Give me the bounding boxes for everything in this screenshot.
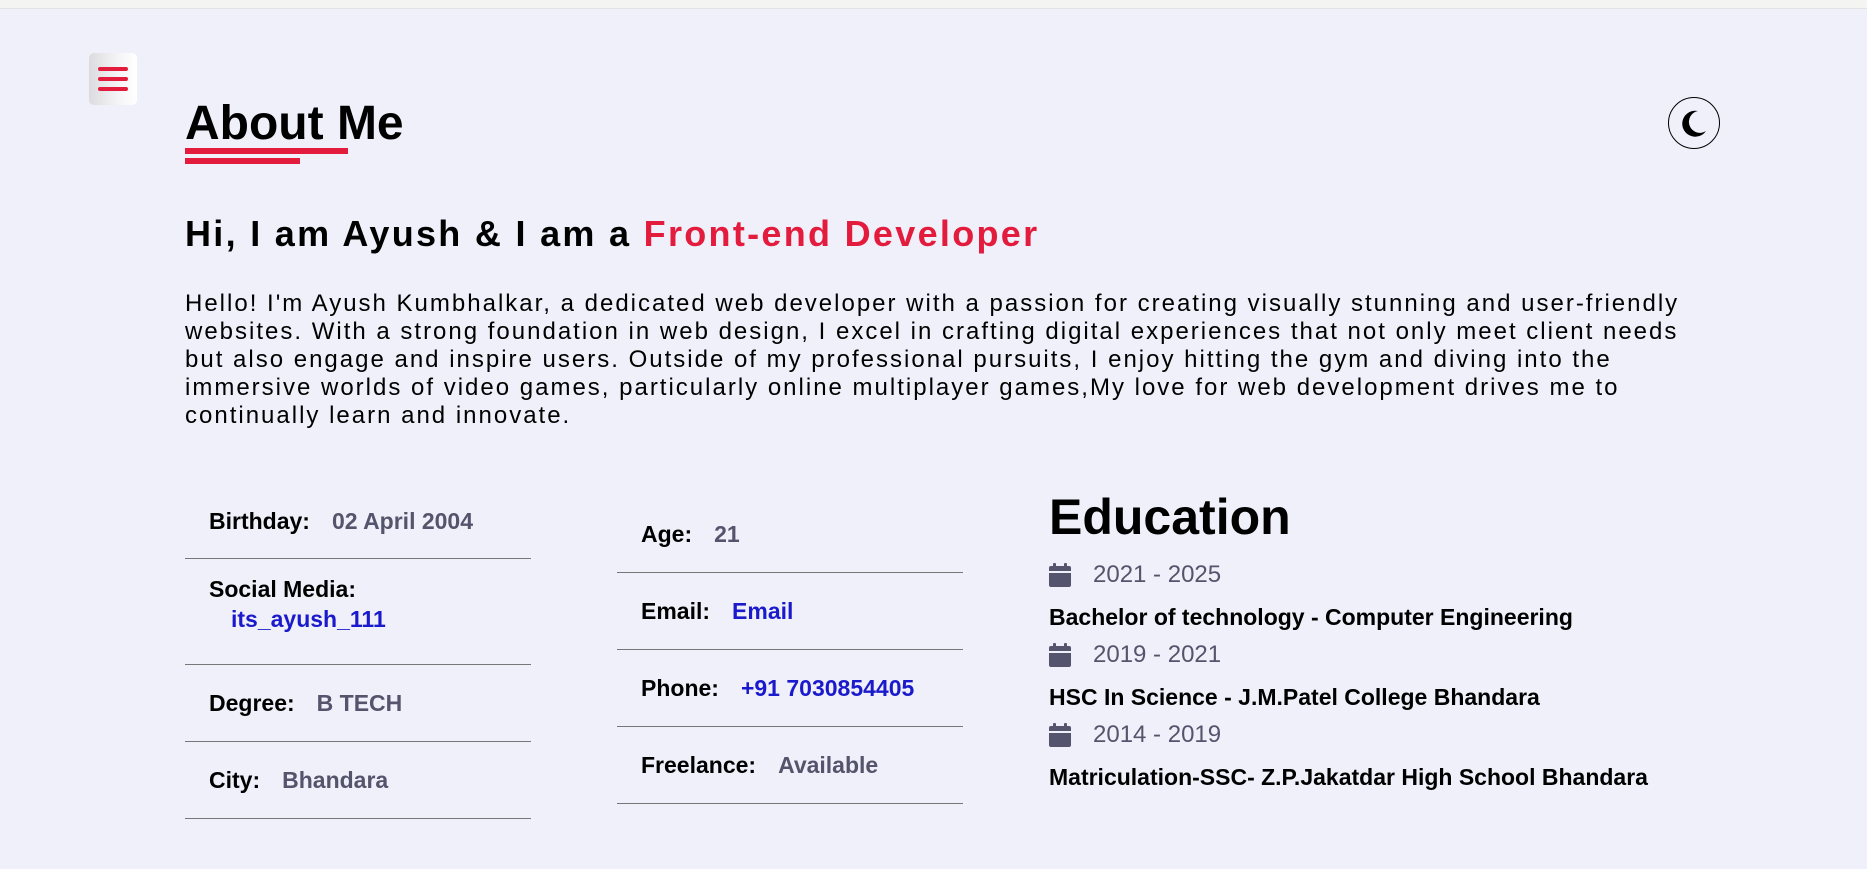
city-value: Bhandara bbox=[282, 766, 389, 793]
education-degree: Bachelor of technology - Computer Engine… bbox=[1049, 604, 1573, 630]
phone-link[interactable]: +91 7030854405 bbox=[741, 675, 914, 702]
education-section: Education 2021 - 2025 Bachelor of techno… bbox=[1049, 484, 1749, 790]
page-title: About Me bbox=[185, 97, 404, 150]
education-degree: HSC In Science - J.M.Patel College Bhand… bbox=[1049, 684, 1540, 710]
education-degree: Matriculation-SSC- Z.P.Jakatdar High Sch… bbox=[1049, 764, 1648, 790]
info-row-social: Social Media: its_ayush_111 bbox=[185, 559, 531, 665]
theme-toggle-button[interactable] bbox=[1668, 97, 1720, 149]
birthday-label: Birthday: bbox=[209, 508, 310, 534]
education-years: 2019 - 2021 bbox=[1093, 641, 1222, 668]
top-strip bbox=[0, 0, 1867, 9]
freelance-label: Freelance: bbox=[641, 751, 757, 778]
moon-icon bbox=[1682, 110, 1706, 137]
education-title: Education bbox=[1049, 489, 1291, 545]
intro-role: Front-end Developer bbox=[643, 213, 1040, 254]
info-row-city: City: Bhandara bbox=[185, 742, 531, 819]
age-value: 21 bbox=[714, 521, 740, 547]
education-date: 2019 - 2021 bbox=[1049, 640, 1749, 670]
info-row-birthday: Birthday: 02 April 2004 bbox=[185, 492, 531, 559]
page-title-block: About Me bbox=[185, 96, 404, 164]
freelance-value: Available bbox=[778, 751, 879, 778]
education-date: 2014 - 2019 bbox=[1049, 720, 1749, 750]
birthday-value: 02 April 2004 bbox=[331, 508, 474, 534]
info-row-phone: Phone: +91 7030854405 bbox=[617, 650, 963, 727]
degree-value: B TECH bbox=[316, 689, 403, 716]
email-link[interactable]: Email bbox=[732, 598, 793, 625]
intro-prefix: Hi, I am Ayush & I am a bbox=[185, 213, 632, 254]
info-column-right: Age: 21 Email: Email Phone: +91 7030854405 … bbox=[617, 505, 963, 804]
info-row-degree: Degree: B TECH bbox=[185, 665, 531, 742]
calendar-icon bbox=[1049, 563, 1071, 587]
intro-heading: Hi, I am Ayush & I am a Front-end Develo… bbox=[185, 212, 1039, 256]
hamburger-menu-icon bbox=[98, 67, 128, 91]
title-underline bbox=[185, 148, 348, 154]
city-label: City: bbox=[209, 766, 261, 793]
social-link[interactable]: its_ayush_111 bbox=[231, 606, 386, 632]
info-column-left: Birthday: 02 April 2004 Social Media: its… bbox=[185, 492, 531, 819]
social-label: Social Media: bbox=[209, 576, 356, 602]
education-date: 2021 - 2025 bbox=[1049, 560, 1749, 590]
email-label: Email: bbox=[641, 597, 711, 624]
degree-label: Degree: bbox=[209, 689, 295, 716]
education-years: 2021 - 2025 bbox=[1093, 561, 1222, 588]
age-label: Age: bbox=[641, 521, 693, 547]
calendar-icon bbox=[1049, 643, 1071, 667]
bio-paragraph: Hello! I'm Ayush Kumbhalkar, a dedicated… bbox=[185, 290, 1680, 429]
info-row-age: Age: 21 bbox=[617, 505, 963, 573]
calendar-icon bbox=[1049, 723, 1071, 747]
phone-label: Phone: bbox=[641, 674, 719, 701]
info-row-email: Email: Email bbox=[617, 573, 963, 650]
education-years: 2014 - 2019 bbox=[1093, 721, 1222, 748]
info-row-freelance: Freelance: Available bbox=[617, 727, 963, 804]
title-underline-short bbox=[185, 158, 300, 164]
menu-button[interactable] bbox=[89, 53, 137, 105]
